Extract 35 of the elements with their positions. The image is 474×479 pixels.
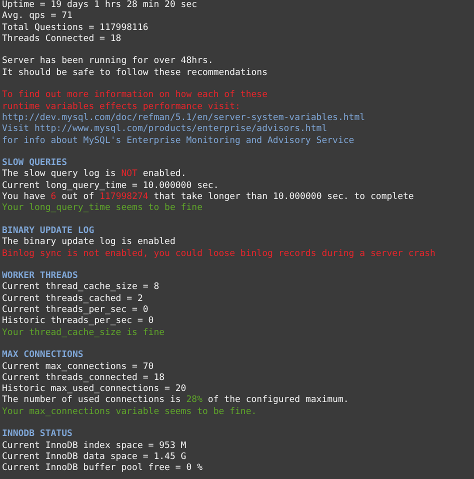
- terminal-line: The number of used connections is 28% of the configured maximum.: [2, 395, 349, 407]
- terminal-line: INNODB STATUS: [2, 429, 72, 441]
- terminal-line: Current InnoDB index space = 953 M: [2, 440, 186, 452]
- terminal-line: Binlog sync is not enabled, you could loose binlog records during a server crash: [2, 248, 436, 260]
- terminal-line: Visit http://www.mysql.com/products/enterprise/advisors.html: [2, 124, 328, 136]
- terminal-line: Threads Connected = 18: [2, 34, 122, 46]
- terminal-line: Current max_connections = 70: [2, 362, 154, 373]
- terminal-line: Current InnoDB data space = 1.45 G: [2, 452, 186, 463]
- terminal-line: Current threads_connected = 18: [2, 372, 165, 384]
- terminal-line: http://dev.mysql.com/doc/refman/5.1/en/server-system-variables.html: [2, 112, 366, 124]
- terminal-line: Current thread_cache_size = 8: [2, 282, 160, 294]
- terminal-line: SLOW QUERIES: [2, 158, 68, 169]
- terminal-line: BINARY UPDATE LOG: [2, 226, 94, 237]
- terminal-line: The slow query log is NOT enabled.: [2, 169, 186, 181]
- terminal-line: for info about MySQL's Enterprise Monitoring and Advisory Service: [2, 136, 354, 147]
- terminal-line: MAX CONNECTIONS: [2, 350, 84, 362]
- terminal-line: Current threads_per_sec = 0: [2, 305, 148, 316]
- terminal-line: The binary update log is enabled: [2, 237, 176, 249]
- terminal-line: Current InnoDB buffer pool free = 0 %: [2, 463, 202, 474]
- terminal-line: Your thread_cache_size is fine: [2, 328, 165, 339]
- terminal-line: Current threads_cached = 2: [2, 294, 143, 305]
- terminal-line: You have 6 out of 117998274 that take longer than 10.000000 sec. to complete: [2, 192, 414, 203]
- terminal-line: Your max_connections variable seems to be fine.: [2, 406, 257, 418]
- terminal-line: Total Questions = 117998116: [2, 22, 148, 34]
- terminal-line: WORKER THREADS: [2, 271, 78, 282]
- terminal-line: It should be safe to follow these recommendations: [2, 68, 268, 80]
- terminal-line: Historic max_used_connections = 20: [2, 384, 186, 395]
- terminal-line: Uptime = 19 days 1 hrs 28 min 20 sec: [2, 0, 198, 12]
- terminal-line: Current long_query_time = 10.000000 sec.: [2, 180, 219, 192]
- terminal-line: Server has been running for over 48hrs.: [2, 56, 214, 68]
- terminal-line: To find out more information on how each of these: [2, 90, 268, 102]
- terminal-line: Historic threads_per_sec = 0: [2, 316, 154, 328]
- terminal-line: Your long_query_time seems to be fine: [2, 203, 202, 215]
- terminal-line: runtime variables effects performance visit:: [2, 102, 240, 113]
- terminal-line: Avg. qps = 71: [2, 11, 72, 23]
